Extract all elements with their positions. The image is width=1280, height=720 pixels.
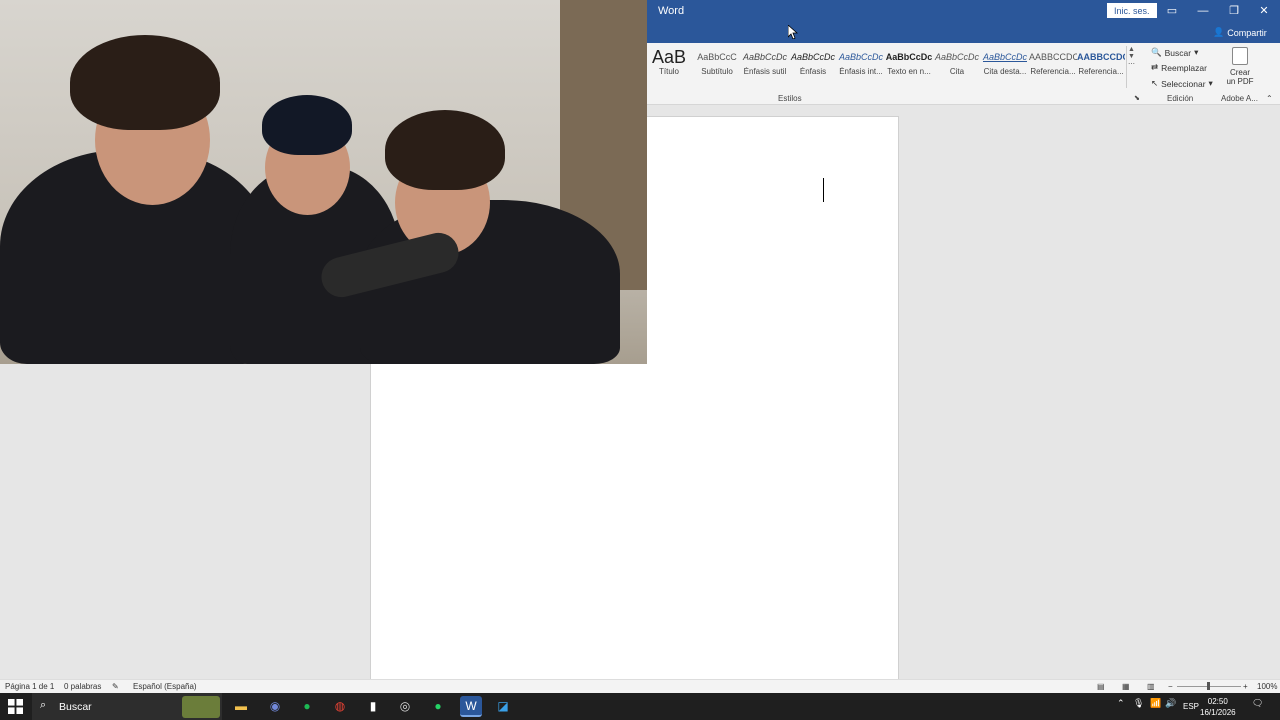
- language[interactable]: Español (España): [133, 682, 197, 691]
- web-layout-icon[interactable]: ▥: [1147, 682, 1155, 691]
- person-middle-cap: [262, 95, 352, 155]
- notifications-icon[interactable]: 🗨: [1252, 698, 1263, 709]
- chevron-down-icon: ▾: [1208, 78, 1213, 88]
- word-count[interactable]: 0 palabras: [64, 682, 101, 691]
- adobe-group-label: Adobe A...: [1221, 94, 1258, 103]
- page-count[interactable]: Página 1 de 1: [5, 682, 54, 691]
- style-titulo[interactable]: AaB Título: [645, 47, 693, 87]
- restore-icon[interactable]: ❐: [1222, 2, 1246, 20]
- share-label: Compartir: [1227, 27, 1267, 38]
- spotify-icon[interactable]: ●: [296, 696, 318, 717]
- style-enfasis-intenso[interactable]: AaBbCcDc Énfasis int...: [837, 47, 885, 87]
- person-right-hair: [385, 110, 505, 190]
- microphone-icon[interactable]: 🎙: [1133, 698, 1144, 709]
- word-icon[interactable]: W: [460, 696, 482, 717]
- discord-icon[interactable]: ◉: [264, 696, 286, 717]
- style-enfasis-sutil[interactable]: AaBbCcDc Énfasis sutil: [741, 47, 789, 87]
- create-pdf-button[interactable]: Crear un PDF: [1221, 47, 1259, 86]
- close-icon[interactable]: ✕: [1252, 2, 1276, 20]
- epic-games-icon[interactable]: ▮: [362, 696, 384, 717]
- style-cita[interactable]: AaBbCcDc Cita: [933, 47, 981, 87]
- clock[interactable]: 02:50 16/1/2026: [1200, 696, 1236, 718]
- pointer-icon: ↖: [1151, 78, 1159, 88]
- volume-icon[interactable]: 🔊: [1165, 698, 1176, 709]
- pdf-icon: [1232, 47, 1248, 65]
- sign-in-button[interactable]: Inic. ses.: [1107, 3, 1157, 18]
- style-subtitulo[interactable]: AaBbCcC Subtítulo: [693, 47, 741, 87]
- ribbon-display-icon[interactable]: ▭: [1160, 2, 1184, 20]
- text-cursor: [823, 178, 824, 202]
- style-referencia-intensa[interactable]: AABBCCDC Referencia...: [1077, 47, 1125, 87]
- windows-start-icon[interactable]: [8, 699, 23, 714]
- person-icon: 👤: [1213, 27, 1225, 37]
- zoom-in-icon[interactable]: +: [1243, 682, 1248, 691]
- replace-icon: ⇄: [1151, 62, 1159, 72]
- zoom-out-icon[interactable]: −: [1168, 682, 1173, 691]
- style-texto-negrita[interactable]: AaBbCcDc Texto en n...: [885, 47, 933, 87]
- styles-group-label: Estilos: [778, 94, 802, 103]
- obs-icon[interactable]: ◎: [394, 696, 416, 717]
- chevron-down-icon: ▾: [1194, 47, 1199, 57]
- taskbar: ⌕ Buscar ▬ ◉ ● ◍ ▮ ◎ ● W ◪ ⌃ 🎙 📶 🔊 ESP 0…: [0, 693, 1280, 720]
- proofing-icon[interactable]: ✎: [112, 682, 119, 691]
- editing-group-label: Edición: [1167, 94, 1194, 103]
- mouse-pointer-icon: [788, 25, 798, 39]
- webcam-overlay: [0, 0, 647, 364]
- status-bar: Página 1 de 1 0 palabras ✎ Español (Espa…: [0, 679, 1280, 693]
- styles-dialog-launcher-icon[interactable]: ⬊: [1134, 94, 1140, 102]
- style-enfasis[interactable]: AaBbCcDc Énfasis: [789, 47, 837, 87]
- network-icon[interactable]: 📶: [1150, 698, 1161, 709]
- language-indicator[interactable]: ESP: [1183, 702, 1199, 711]
- select-button[interactable]: ↖ Seleccionar ▾: [1151, 78, 1213, 89]
- search-icon: ⌕: [40, 699, 47, 711]
- file-explorer-icon[interactable]: ▬: [230, 696, 252, 717]
- print-layout-icon[interactable]: ▦: [1122, 682, 1130, 691]
- window-title: Word: [658, 5, 685, 17]
- share-button[interactable]: 👤 Compartir: [1213, 27, 1267, 38]
- style-referencia-sutil[interactable]: AABBCCDC Referencia...: [1029, 47, 1077, 87]
- search-highlight-image: [182, 696, 220, 718]
- browser-icon[interactable]: ◪: [492, 696, 514, 717]
- taskbar-search[interactable]: ⌕ Buscar: [32, 693, 222, 720]
- styles-scroll-icon[interactable]: ▲ ▼ ⋯: [1126, 46, 1136, 88]
- zoom-level[interactable]: 100%: [1257, 682, 1277, 691]
- replace-button[interactable]: ⇄ Reemplazar: [1151, 62, 1207, 73]
- collapse-ribbon-icon[interactable]: ⌃: [1266, 94, 1273, 103]
- minimize-icon[interactable]: —: [1191, 2, 1215, 20]
- person-left-hair: [70, 35, 220, 130]
- style-cita-destacada[interactable]: AaBbCcDc Cita desta...: [981, 47, 1029, 87]
- search-icon: 🔍: [1151, 47, 1162, 57]
- chrome-icon[interactable]: ◍: [329, 696, 351, 717]
- zoom-slider-thumb[interactable]: [1207, 682, 1210, 690]
- read-mode-icon[interactable]: ▤: [1097, 682, 1105, 691]
- whatsapp-icon[interactable]: ●: [427, 696, 449, 717]
- find-button[interactable]: 🔍 Buscar ▾: [1151, 47, 1198, 58]
- chevron-up-icon[interactable]: ⌃: [1117, 698, 1125, 709]
